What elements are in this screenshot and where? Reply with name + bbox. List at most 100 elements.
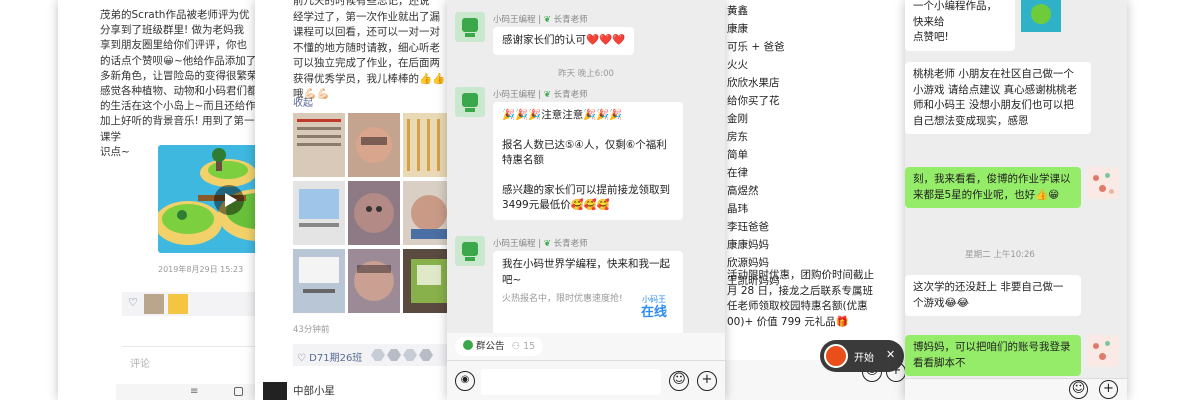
- message-bubble[interactable]: 这次学的还没赶上 非要自己做一个游戏😂😂: [905, 275, 1081, 316]
- brand-avatar[interactable]: [455, 12, 485, 42]
- moments-post-screenshot: 茂弟的Scrath作品被老师评为优 分享到了班级群里! 做为老妈我 享到朋友圈里…: [58, 0, 260, 400]
- emoji-icon[interactable]: ☺: [669, 371, 689, 391]
- post-time: 43分钟前: [293, 325, 330, 335]
- post-line: 的话点个赞呗😀~他给作品添加了: [100, 54, 257, 67]
- post-date: 2019年8月29日 15:23: [158, 265, 244, 274]
- sender-role: 长青老师: [553, 15, 588, 25]
- member-icon: ⚇: [511, 341, 521, 352]
- voice-icon[interactable]: ◉: [455, 371, 475, 391]
- menu-icon[interactable]: ≡: [190, 386, 198, 397]
- plus-icon[interactable]: +: [1099, 380, 1118, 399]
- leaf-icon: ❦: [543, 15, 551, 25]
- list-item: 康康妈妈: [727, 239, 769, 251]
- shared-work-message[interactable]: 一个小编程作品，快来给 点赞吧!: [905, 0, 1015, 51]
- rule-line: 00)+ 价值 799 元礼品🎁: [727, 315, 849, 328]
- avatar[interactable]: [1087, 335, 1119, 367]
- post-text: 茂弟的Scrath作品被老师评为优 分享到了班级群里! 做为老妈我 享到朋友圈里…: [100, 8, 260, 160]
- home-icon[interactable]: [234, 387, 243, 396]
- post-line: 课程可以回看，还可以一对一对: [293, 26, 440, 38]
- comment-input[interactable]: 评论: [122, 346, 260, 376]
- play-icon[interactable]: [214, 185, 244, 215]
- next-post-author[interactable]: 中部小星: [293, 383, 335, 398]
- moments-photo-post-screenshot: 前几天的时候有些忘记，还说 经学过了，第一次作业就出了漏 课程可以回看，还可以一…: [255, 0, 455, 400]
- announcement-title: 🎉🎉🎉注意注意🎉🎉🎉: [502, 109, 623, 121]
- message-timestamp: 星期二 上午10:26: [965, 250, 1035, 260]
- sender-role: 长青老师: [553, 239, 588, 249]
- notice-icon: [463, 340, 473, 350]
- name-list: 黄鑫 康康 可乐 + 爸爸 火火 欣欣水果店 给你买了花 金刚 房东 简单 在律…: [727, 2, 784, 290]
- collage: 茂弟的Scrath作品被老师评为优 分享到了班级群里! 做为老妈我 享到朋友圈里…: [0, 0, 1200, 400]
- list-item: 黄鑫: [727, 5, 748, 17]
- post-line: 可以独立完成了作业，在后面两: [293, 57, 440, 69]
- post-line: 前几天的时候有些忘记，还说: [293, 0, 430, 7]
- message-bubble[interactable]: 感谢家长们的认可❤️❤️❤️: [493, 27, 635, 55]
- work-thumbnail[interactable]: [1021, 0, 1061, 32]
- avatar[interactable]: [144, 294, 164, 314]
- likes-bar: ♡: [122, 292, 260, 316]
- post-line: 享到朋友圈里给你们评评，你也: [100, 39, 247, 52]
- list-item: 欣欣水果店: [727, 77, 780, 89]
- list-item: 给你买了花: [727, 95, 780, 107]
- message-line: 一个小编程作品，快来给: [913, 0, 997, 28]
- close-icon[interactable]: ✕: [886, 348, 895, 361]
- list-item: 火火: [727, 59, 748, 71]
- post-line: 多新角色，让冒险岛的变得很繁荣: [100, 69, 258, 82]
- sender-name: 小码王编程: [493, 239, 536, 249]
- list-item: 李珏爸爸: [727, 221, 769, 233]
- sender-label: 小码王编程 | ❦ 长青老师: [493, 90, 588, 100]
- message-bubble-self[interactable]: 刻，我来看看，俊博的作业学课以来都是5星的作业呢，也好👍😁: [905, 167, 1081, 208]
- list-item: 康康: [727, 23, 748, 35]
- post-line: 感觉各种植物、动物和小码君们都: [100, 85, 258, 98]
- collapse-link[interactable]: 收起: [293, 94, 313, 109]
- rule-line: 任老师领取校园特惠名额(优惠: [727, 300, 868, 312]
- likes-bar: ♡ D71期26班: [293, 344, 455, 366]
- comment-placeholder: 评论: [130, 359, 150, 370]
- message-bubble[interactable]: 桃桃老师 小朋友在社区自己做一个小游戏 请给点建议 真心感谢桃桃老师和小码王 没…: [905, 62, 1091, 134]
- avatar[interactable]: [1087, 167, 1119, 199]
- sender-label: 小码王编程 | ❦ 长青老师: [493, 15, 588, 25]
- sender-role: 长青老师: [553, 90, 588, 100]
- notice-label: 群公告: [476, 341, 505, 352]
- list-item: 可乐 + 爸爸: [727, 41, 785, 53]
- list-item: 房东: [727, 131, 748, 143]
- emoji-icon[interactable]: ☺: [1069, 380, 1088, 399]
- list-item: 晶玮: [727, 203, 748, 215]
- rule-line: 活动限时优惠，团购价时间截止: [727, 269, 874, 281]
- system-nav-bar: ≡: [116, 384, 260, 400]
- post-line: 经学过了，第一次作业就出了漏: [293, 10, 440, 23]
- card-logo-top: 小码王: [642, 295, 666, 304]
- photo-grid[interactable]: [293, 113, 455, 315]
- float-label: 开始: [854, 353, 874, 364]
- rule-line: 月 28 日，接龙之后联系专属班: [727, 284, 874, 297]
- message-line: 点赞吧!: [913, 31, 949, 43]
- brand-avatar[interactable]: [455, 236, 485, 266]
- floating-start-button[interactable]: 开始 ✕: [820, 340, 904, 372]
- signup-list-screenshot: 黄鑫 康康 可乐 + 爸爸 火火 欣欣水果店 给你买了花 金刚 房东 简单 在律…: [722, 0, 910, 400]
- input-bar: ☺ +: [905, 378, 1127, 400]
- group-notice-bar: 群公告 ⚇ 15: [447, 333, 725, 360]
- sender-name: 小码王编程: [493, 15, 536, 25]
- like-names[interactable]: ♡ D71期26班: [297, 349, 362, 364]
- heart-icon: ♡: [128, 296, 138, 309]
- next-post-header: 中部小星: [255, 378, 455, 400]
- avatar[interactable]: [263, 382, 287, 400]
- link-card[interactable]: 我在小码世界学编程，快来和我一起吧~ 火热报名中，限时优惠速度抢! 小码王 在线: [493, 251, 683, 335]
- brand-avatar[interactable]: [455, 87, 485, 117]
- card-logo-bottom: 在线: [640, 305, 667, 320]
- blurred-names: [371, 349, 433, 361]
- list-item: 金刚: [727, 113, 748, 125]
- message-input[interactable]: [481, 369, 661, 395]
- avatar[interactable]: [168, 294, 188, 314]
- message-bubble-self[interactable]: 博妈妈，可以把咱们的账号我登录看看脚本不: [905, 335, 1081, 376]
- announcement-bubble[interactable]: 🎉🎉🎉注意注意🎉🎉🎉 报名人数已达⑤④人，仅剩⑥个福利特惠名额 感兴趣的家长们可…: [493, 102, 683, 220]
- leaf-icon: ❦: [543, 90, 551, 100]
- plus-icon[interactable]: +: [697, 371, 717, 391]
- card-description: 火热报名中，限时优惠速度抢!: [502, 294, 623, 304]
- announcement-body: 报名人数已达⑤④人，仅剩⑥个福利特惠名额: [502, 138, 667, 167]
- post-line: 的生活在这个小岛上~而且还给作: [100, 100, 256, 113]
- group-notice-button[interactable]: 群公告 ⚇ 15: [455, 337, 544, 356]
- video-thumbnail[interactable]: [158, 145, 260, 253]
- card-title: 我在小码世界学编程，快来和我一起吧~: [502, 258, 670, 286]
- list-item: 高煜然: [727, 185, 759, 197]
- post-line: 哦💪🏻💪🏻: [293, 88, 330, 100]
